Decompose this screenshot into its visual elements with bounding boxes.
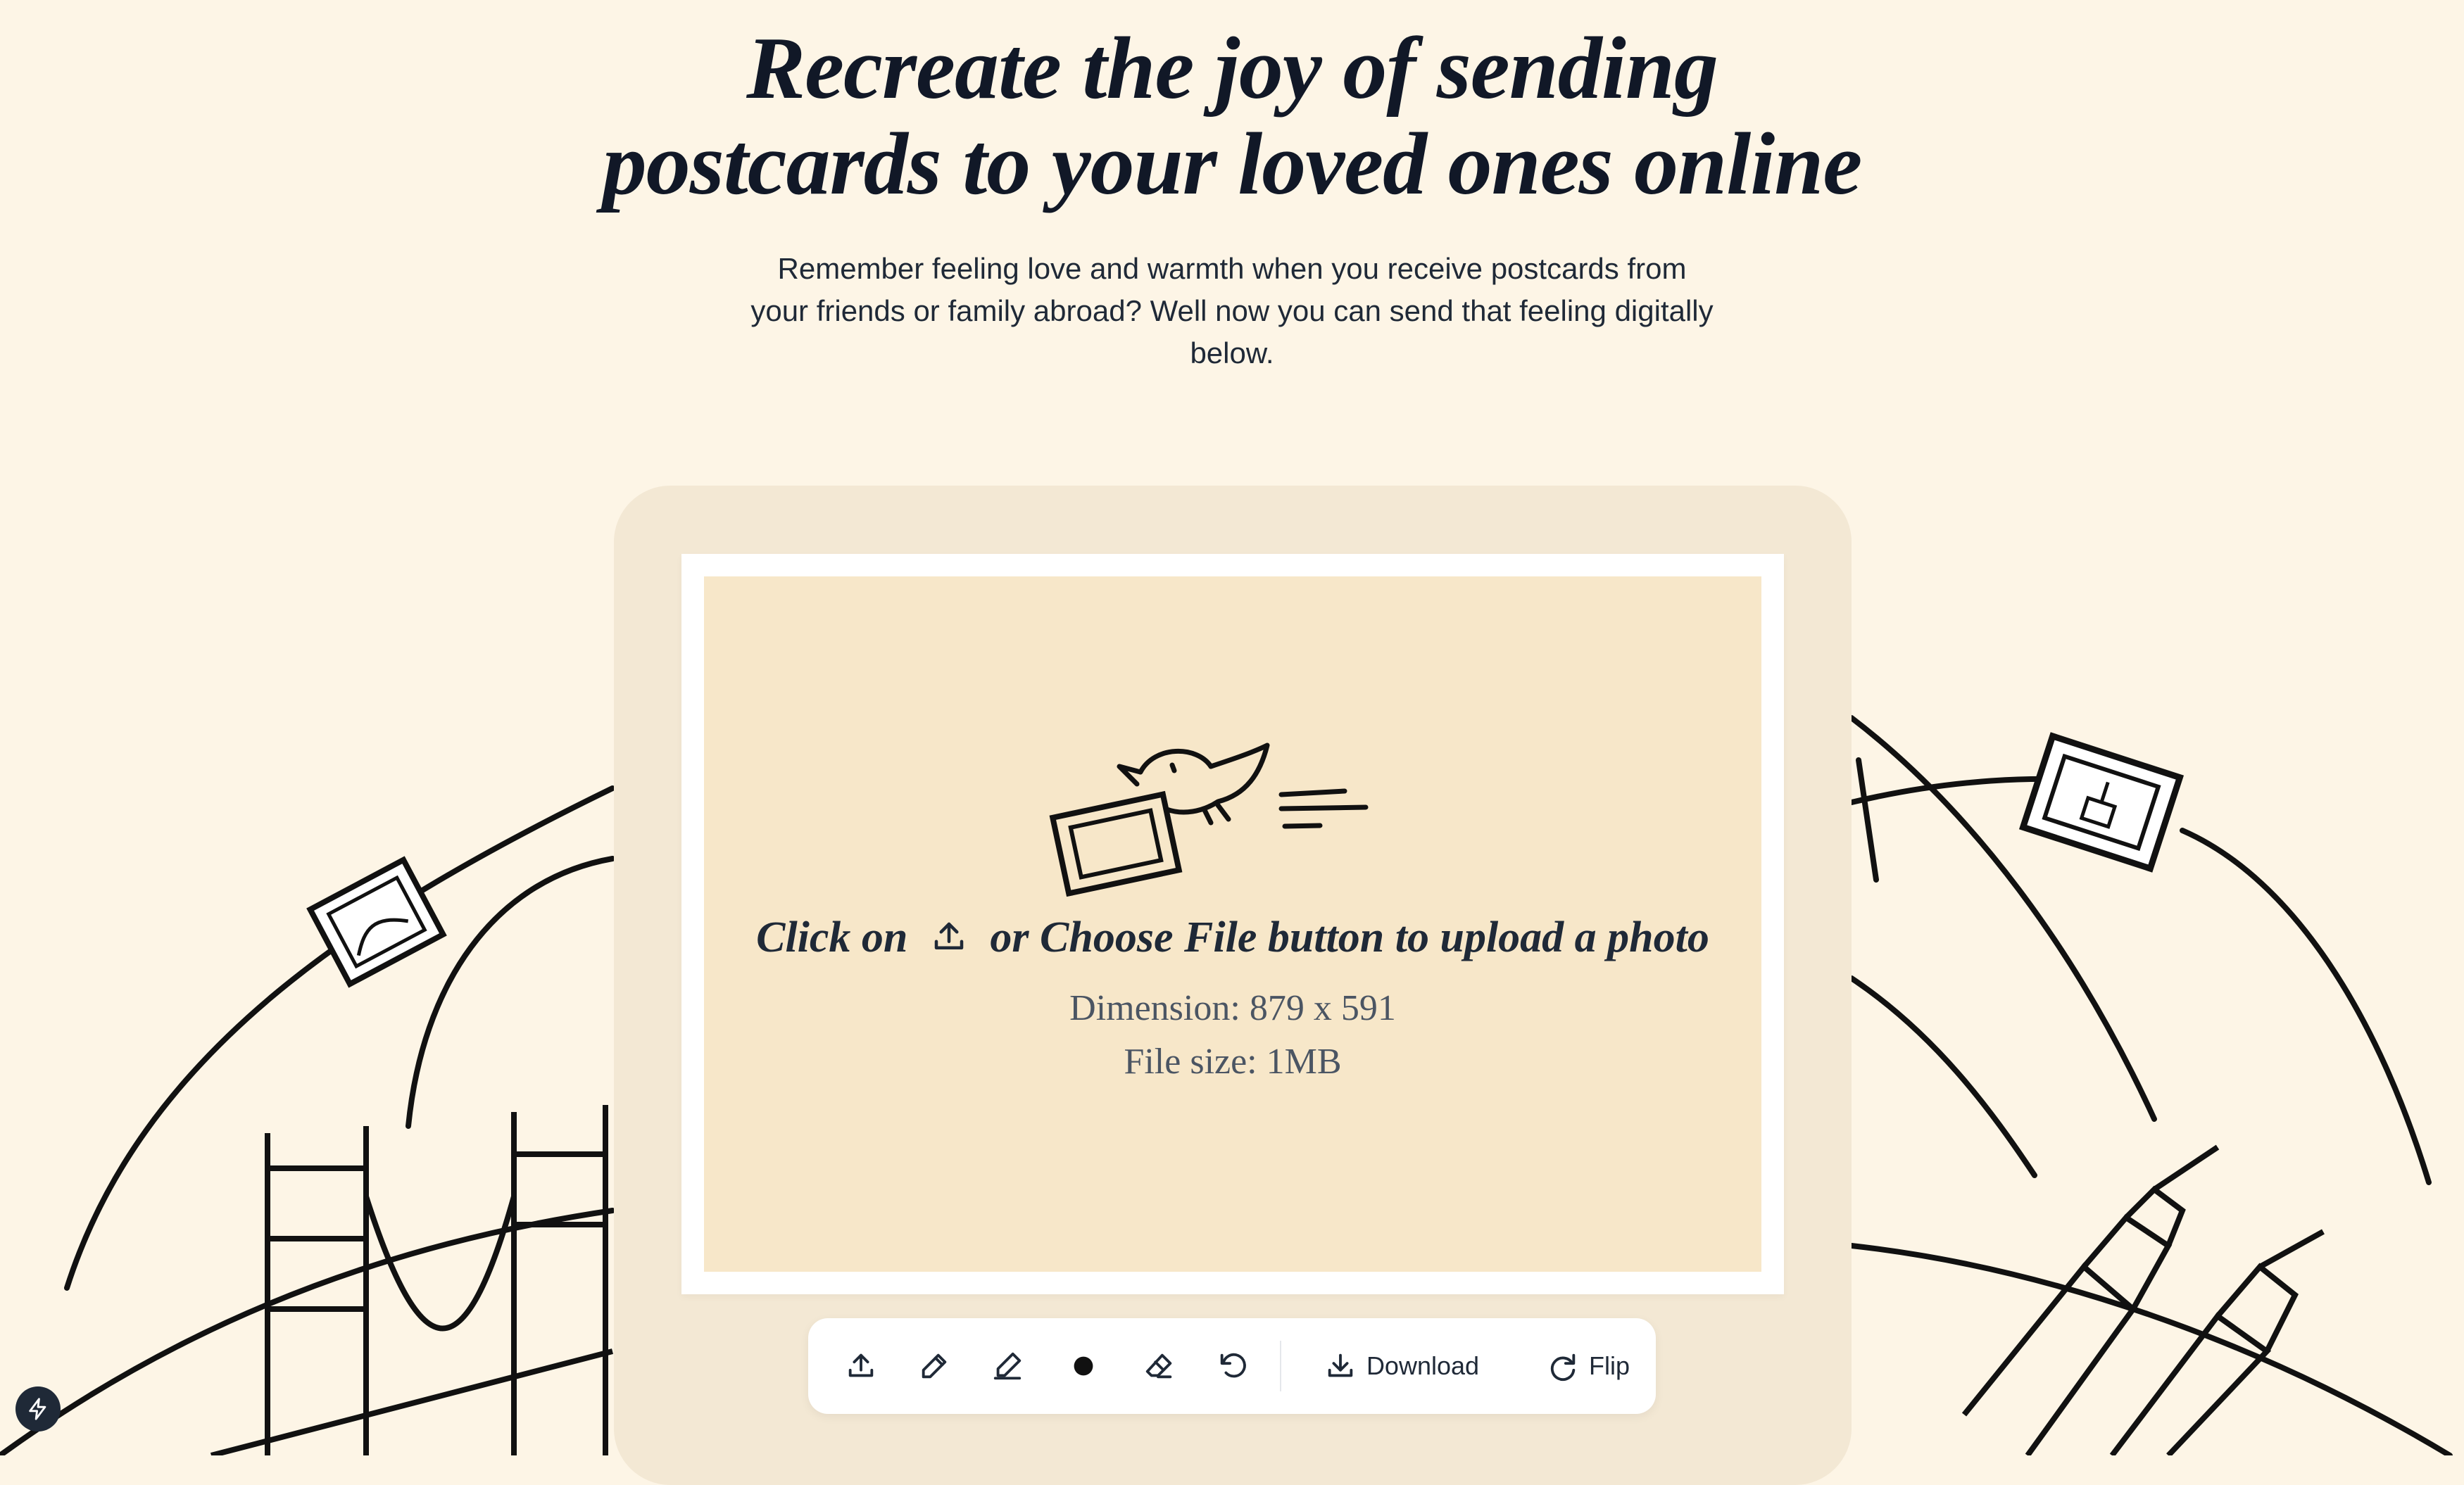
download-label: Download bbox=[1366, 1351, 1480, 1380]
right-arc-4 bbox=[2180, 828, 2432, 1185]
download-button[interactable]: Download bbox=[1321, 1338, 1483, 1394]
flip-button[interactable]: Flip bbox=[1539, 1338, 1638, 1394]
eraser-icon bbox=[1145, 1353, 1172, 1379]
editor-toolbar: Download Flip bbox=[808, 1318, 1656, 1414]
bolt-icon bbox=[29, 1398, 46, 1420]
upload-icon bbox=[848, 1353, 874, 1377]
hero-title: Recreate the joy of sending postcards to… bbox=[0, 21, 2464, 213]
bird-mascot-icon bbox=[1049, 742, 1369, 897]
upload-prefix: Click on bbox=[756, 914, 908, 961]
undo-icon bbox=[1220, 1353, 1246, 1378]
hero-subtitle: Remember feeling love and warmth when yo… bbox=[750, 252, 1714, 369]
right-arc-3 bbox=[1849, 975, 2037, 1178]
bridge-illustration bbox=[210, 1105, 614, 1455]
eraser-button[interactable] bbox=[1135, 1338, 1184, 1394]
left-arc-3 bbox=[0, 1208, 615, 1455]
left-arc-1 bbox=[64, 785, 615, 1291]
color-dot-icon bbox=[1074, 1356, 1093, 1376]
file-size-text: File size: 1MB bbox=[1124, 1042, 1342, 1082]
hero-title-line-2: postcards to your loved ones online bbox=[602, 115, 1863, 213]
pen-button[interactable] bbox=[983, 1338, 1032, 1394]
dimension-text: Dimension: 879 x 591 bbox=[1069, 988, 1396, 1028]
toolbar-divider bbox=[1280, 1341, 1281, 1391]
upload-inline-icon bbox=[934, 922, 964, 949]
download-icon bbox=[1328, 1353, 1353, 1377]
right-stamp-icon bbox=[2018, 732, 2185, 873]
flip-icon bbox=[1550, 1353, 1576, 1382]
pencil-button[interactable] bbox=[910, 1338, 959, 1394]
pencil-icon bbox=[922, 1353, 947, 1379]
flip-label: Flip bbox=[1588, 1351, 1630, 1380]
left-stamp-icon bbox=[306, 856, 447, 988]
hero-title-line-1: Recreate the joy of sending bbox=[746, 20, 1718, 118]
pen-icon bbox=[993, 1352, 1022, 1380]
upload-suffix: or Choose File button to upload a photo bbox=[990, 914, 1709, 961]
undo-button[interactable] bbox=[1208, 1338, 1257, 1394]
skyline-illustration bbox=[1961, 1144, 2325, 1455]
postcard-frame: Click on or Choose File button to upload… bbox=[681, 554, 1784, 1294]
upload-button[interactable] bbox=[836, 1338, 886, 1394]
left-arc-2 bbox=[406, 856, 615, 1129]
upload-instructions: Click on or Choose File button to upload… bbox=[704, 913, 1761, 963]
postcard-upload-area[interactable]: Click on or Choose File button to upload… bbox=[704, 576, 1761, 1272]
color-picker-button[interactable] bbox=[1059, 1338, 1108, 1394]
bolt-badge[interactable] bbox=[15, 1386, 61, 1432]
